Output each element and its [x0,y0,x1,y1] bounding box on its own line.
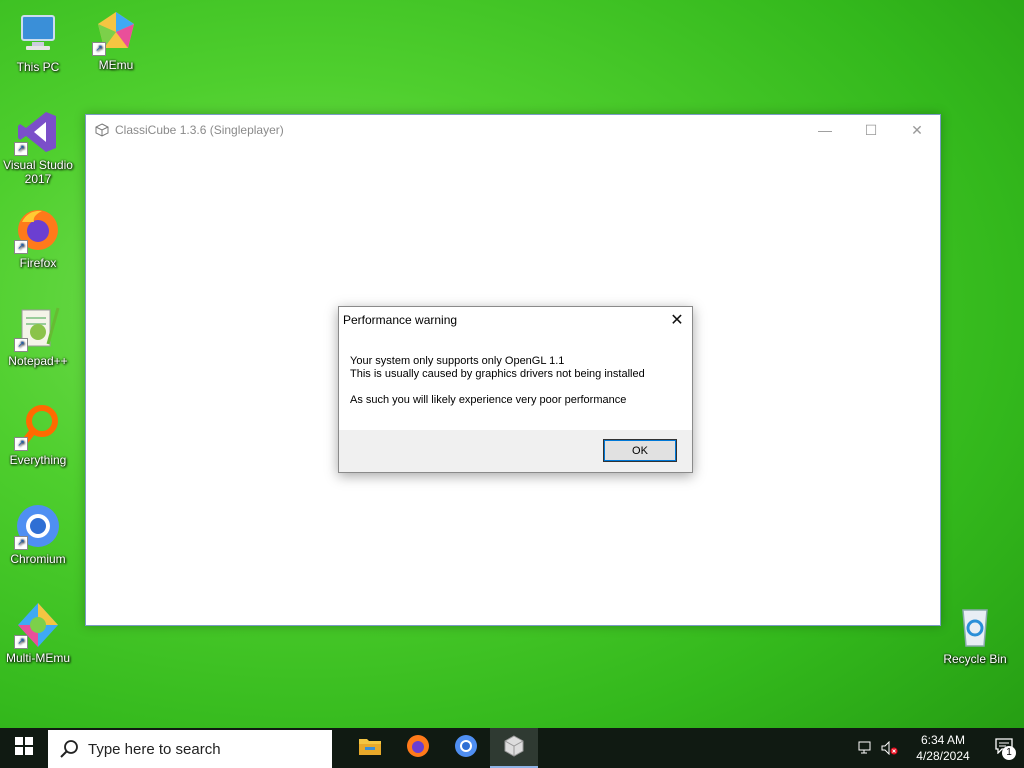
classicube-icon [503,734,525,762]
desktop-icon-label: Firefox [19,256,57,270]
firefox-icon: ↗ [14,206,62,254]
shortcut-arrow-icon: ↗ [14,142,28,156]
desktop-icon-label: Chromium [10,552,66,566]
desktop-icon-label: This PC [16,60,60,74]
desktop-icon-multi-memu[interactable]: ↗ Multi-MEmu [0,601,76,665]
desktop-icon-label: Visual Studio 2017 [3,158,73,186]
maximize-button[interactable]: ☐ [848,115,894,145]
close-icon: ✕ [911,121,923,138]
desktop-icon-label: MEmu [98,58,134,72]
message-line: As such you will likely experience very … [350,394,627,406]
minimize-button[interactable]: — [802,115,848,145]
taskbar-search-box[interactable]: Type here to search [48,730,332,768]
desktop-icon-label: Everything [9,453,67,467]
shortcut-arrow-icon: ↗ [92,42,106,56]
volume-muted-icon[interactable] [878,728,902,768]
window-titlebar[interactable]: ClassiCube 1.3.6 (Singleplayer) — ☐ ✕ [86,115,940,145]
ok-button[interactable]: OK [603,439,677,462]
notification-badge: 1 [1002,746,1016,760]
shortcut-arrow-icon: ↗ [14,240,28,254]
classicube-icon [95,123,109,137]
desktop-icon-everything[interactable]: ↗ Everything [0,403,76,467]
taskbar-chromium[interactable] [442,728,490,768]
desktop-icon-memu[interactable]: ↗ MEmu [78,8,154,72]
dialog-close-button[interactable]: ✕ [662,307,692,333]
multi-memu-icon: ↗ [14,601,62,649]
windows-logo-icon [15,736,33,760]
message-line: This is usually caused by graphics drive… [350,368,645,380]
system-tray: 6:34 AM 4/28/2024 1 [854,728,1024,768]
chromium-icon: ↗ [14,502,62,550]
performance-warning-dialog[interactable]: Performance warning ✕ Your system only s… [338,306,693,473]
dialog-title: Performance warning [343,313,458,327]
maximize-icon: ☐ [864,121,878,138]
notepadpp-icon: ↗ [14,304,62,352]
action-center-button[interactable]: 1 [984,728,1024,768]
search-placeholder: Type here to search [88,740,221,758]
dialog-footer: OK [339,430,692,472]
clock-date: 4/28/2024 [916,749,970,763]
taskbar-firefox[interactable] [394,728,442,768]
visual-studio-icon: ↗ [14,108,62,156]
firefox-icon [406,734,430,763]
shortcut-arrow-icon: ↗ [14,437,28,451]
desktop-icon-recycle-bin[interactable]: Recycle Bin [937,602,1013,666]
taskbar-classicube[interactable] [490,728,538,768]
desktop-icon-visual-studio[interactable]: ↗ Visual Studio 2017 [0,108,76,186]
clock-time: 6:34 AM [920,733,966,747]
shortcut-arrow-icon: ↗ [14,635,28,649]
desktop-icon-notepadpp[interactable]: ↗ Notepad++ [0,304,76,368]
dialog-message: Your system only supports only OpenGL 1.… [339,333,692,419]
close-button[interactable]: ✕ [894,115,940,145]
recycle-bin-icon [951,602,999,650]
window-title: ClassiCube 1.3.6 (Singleplayer) [115,123,284,137]
taskbar-clock[interactable]: 6:34 AM 4/28/2024 [908,732,978,764]
shortcut-arrow-icon: ↗ [14,338,28,352]
desktop-icon-firefox[interactable]: ↗ Firefox [0,206,76,270]
desktop-icon-label: Recycle Bin [943,652,1007,666]
close-icon: ✕ [670,312,684,329]
taskbar: Type here to search 6:34 AM 4/28/2024 1 [0,728,1024,768]
search-icon [58,738,80,760]
desktop-icon-chromium[interactable]: ↗ Chromium [0,502,76,566]
message-line: Your system only supports only OpenGL 1.… [350,355,565,367]
minimize-icon: — [818,122,832,138]
taskbar-file-explorer[interactable] [346,728,394,768]
everything-icon: ↗ [14,403,62,451]
desktop-icon-label: Multi-MEmu [5,651,70,665]
desktop-icon-this-pc[interactable]: This PC [0,10,76,74]
computer-icon [14,10,62,58]
memu-icon: ↗ [92,8,140,56]
shortcut-arrow-icon: ↗ [14,536,28,550]
dialog-titlebar[interactable]: Performance warning ✕ [339,307,692,333]
start-button[interactable] [0,728,48,768]
chromium-icon [454,734,478,763]
file-explorer-icon [358,736,382,761]
network-icon[interactable] [854,728,878,768]
desktop-icon-label: Notepad++ [8,354,68,368]
